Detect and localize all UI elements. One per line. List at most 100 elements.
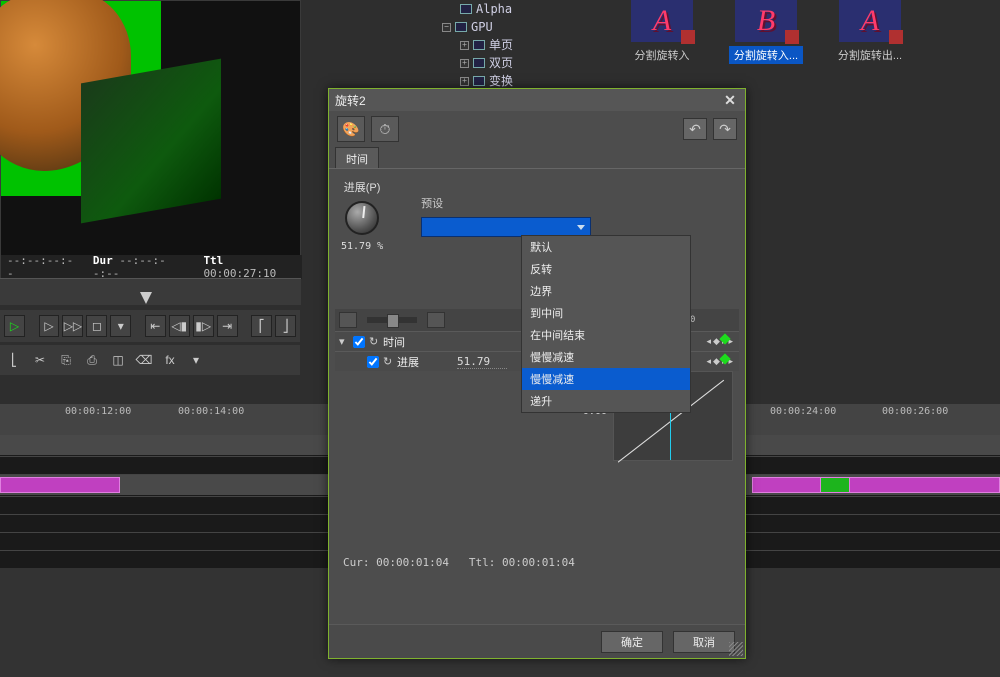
ttl-label: Ttl	[203, 254, 223, 267]
preset-option[interactable]: 慢慢减速	[522, 346, 690, 368]
preset-label: 预设	[421, 195, 733, 211]
play-button[interactable]: ▷	[4, 315, 25, 337]
preset-option[interactable]: 慢慢减速	[522, 368, 690, 390]
kf-next-button[interactable]	[427, 312, 445, 328]
mark-out-button[interactable]: ⎦	[275, 315, 296, 337]
preset-option[interactable]: 反转	[522, 258, 690, 280]
folder-icon	[473, 76, 485, 86]
resize-grip-icon[interactable]	[729, 642, 743, 656]
playhead-icon[interactable]	[140, 292, 152, 304]
video-clip[interactable]	[0, 477, 120, 493]
transition-clip[interactable]	[820, 477, 850, 493]
dialog-titlebar[interactable]: 旋转2 ✕	[329, 89, 745, 111]
preset-option[interactable]: 边界	[522, 280, 690, 302]
mark-in-button[interactable]: ⎡	[251, 315, 272, 337]
fx-menu-button[interactable]: ▾	[186, 351, 206, 369]
folder-icon	[460, 4, 472, 14]
title-preset-item[interactable]: A 分割旋转出...	[833, 0, 907, 75]
kf-status: Cur: 00:00:01:04 Ttl: 00:00:01:04	[343, 556, 575, 569]
title-presets: A 分割旋转入 B 分割旋转入... A 分割旋转出...	[625, 0, 985, 75]
expand-icon[interactable]: +	[460, 59, 469, 68]
kf-progress-value[interactable]: 51.79	[457, 355, 507, 369]
edit-toolbar: ⎣ ✂ ⎘ ⎙ ◫ ⌫ fx ▾	[0, 345, 300, 375]
tab-time[interactable]: 时间	[335, 147, 379, 168]
rotation-dialog: 旋转2 ✕ 🎨 ⏱ ↶ ↷ 时间 进展(P) 51.79 % 预设 默认反转边界…	[328, 88, 746, 659]
keyframe-icon[interactable]	[719, 353, 730, 364]
undo-button[interactable]: ↶	[683, 118, 707, 140]
dialog-footer: 确定 取消	[329, 624, 745, 658]
cancel-button[interactable]: 取消	[673, 631, 735, 653]
collapse-icon[interactable]: −	[442, 23, 451, 32]
next-edit-button[interactable]: ⇥	[217, 315, 238, 337]
ruler-tick-label: 00:00:24:00	[770, 406, 836, 417]
progress-percent: 51.79 %	[341, 241, 383, 252]
folder-icon	[473, 40, 485, 50]
palette-button[interactable]: 🎨	[337, 116, 365, 142]
loop-icon[interactable]: ↻	[383, 355, 397, 368]
keyframe-icon[interactable]	[719, 333, 730, 344]
preview-info-bar: --:--:--:-- Dur --:--:--:-- Ttl 00:00:27…	[1, 255, 302, 279]
effects-tree[interactable]: Alpha −GPU +单页 +双页 +变换	[420, 0, 590, 92]
kf-row-name: 时间	[383, 334, 443, 350]
preview-tc-left: --:--:--:--	[7, 254, 75, 280]
preset-label: 分割旋转出...	[833, 46, 907, 64]
ruler-tick-label: 00:00:26:00	[882, 406, 948, 417]
folder-icon	[455, 22, 467, 32]
dropdown-button[interactable]: ▾	[110, 315, 131, 337]
step-fwd-button[interactable]: ▮▷	[193, 315, 214, 337]
redo-button[interactable]: ↷	[713, 118, 737, 140]
ruler-tick-label: 00:00:12:00	[65, 406, 131, 417]
ruler-tick-label: 00:00:14:00	[178, 406, 244, 417]
prev-edit-button[interactable]: ⇤	[145, 315, 166, 337]
kf-zoom-slider[interactable]	[367, 317, 417, 323]
close-button[interactable]: ✕	[721, 92, 739, 108]
ripple-button[interactable]: ◫	[108, 351, 128, 369]
kf-row-name: 进展	[397, 354, 457, 370]
expand-icon[interactable]: +	[460, 41, 469, 50]
dialog-tabbar: 时间	[329, 147, 745, 169]
play-in-out-button[interactable]: ▷	[39, 315, 60, 337]
set-in-button[interactable]: ⎣	[4, 351, 24, 369]
preset-option[interactable]: 递升	[522, 390, 690, 412]
dur-label: Dur	[93, 254, 113, 267]
preset-letter: B	[735, 0, 797, 42]
preset-combobox[interactable]	[421, 217, 591, 237]
preset-label: 分割旋转入...	[729, 46, 803, 64]
tree-item[interactable]: Alpha	[420, 0, 590, 18]
clock-button[interactable]: ⏱	[371, 116, 399, 142]
collapse-icon[interactable]: ▾	[339, 335, 349, 348]
loop-button[interactable]: ◻	[86, 315, 107, 337]
delete-button[interactable]: ⌫	[134, 351, 154, 369]
preset-label: 分割旋转入	[625, 46, 699, 64]
preset-option[interactable]: 默认	[522, 236, 690, 258]
fast-forward-button[interactable]: ▷▷	[62, 315, 83, 337]
kf-prev-button[interactable]	[339, 312, 357, 328]
kf-progress-checkbox[interactable]	[367, 356, 379, 368]
dialog-title: 旋转2	[335, 92, 366, 109]
preview-scrubber[interactable]	[0, 278, 301, 305]
tree-item[interactable]: −GPU	[420, 18, 590, 36]
cut-tool-button[interactable]: ✂	[30, 351, 50, 369]
copy-button[interactable]: ⎘	[56, 351, 76, 369]
transport-bar: ▷ ▷ ▷▷ ◻ ▾ ⇤ ◁▮ ▮▷ ⇥ ⎡ ⎦	[0, 310, 300, 342]
loop-icon[interactable]: ↻	[369, 335, 383, 348]
title-preset-item[interactable]: B 分割旋转入...	[729, 0, 803, 75]
tree-item[interactable]: +双页	[420, 54, 590, 72]
tree-item[interactable]: +单页	[420, 36, 590, 54]
expand-icon[interactable]: +	[460, 77, 469, 86]
kf-time-checkbox[interactable]	[353, 336, 365, 348]
preview-transition	[81, 59, 221, 224]
preset-option[interactable]: 到中间	[522, 302, 690, 324]
ok-button[interactable]: 确定	[601, 631, 663, 653]
paste-button[interactable]: ⎙	[82, 351, 102, 369]
preview-monitor: --:--:--:-- Dur --:--:--:-- Ttl 00:00:27…	[0, 0, 301, 278]
fx-button[interactable]: fx	[160, 351, 180, 369]
folder-icon	[473, 58, 485, 68]
progress-label: 进展(P)	[344, 179, 381, 195]
title-preset-item[interactable]: A 分割旋转入	[625, 0, 699, 75]
preset-dropdown[interactable]: 默认反转边界到中间在中间结束慢慢减速慢慢减速递升	[521, 235, 691, 413]
progress-knob[interactable]	[345, 201, 379, 235]
step-back-button[interactable]: ◁▮	[169, 315, 190, 337]
video-clip[interactable]	[752, 477, 1000, 493]
preset-option[interactable]: 在中间结束	[522, 324, 690, 346]
